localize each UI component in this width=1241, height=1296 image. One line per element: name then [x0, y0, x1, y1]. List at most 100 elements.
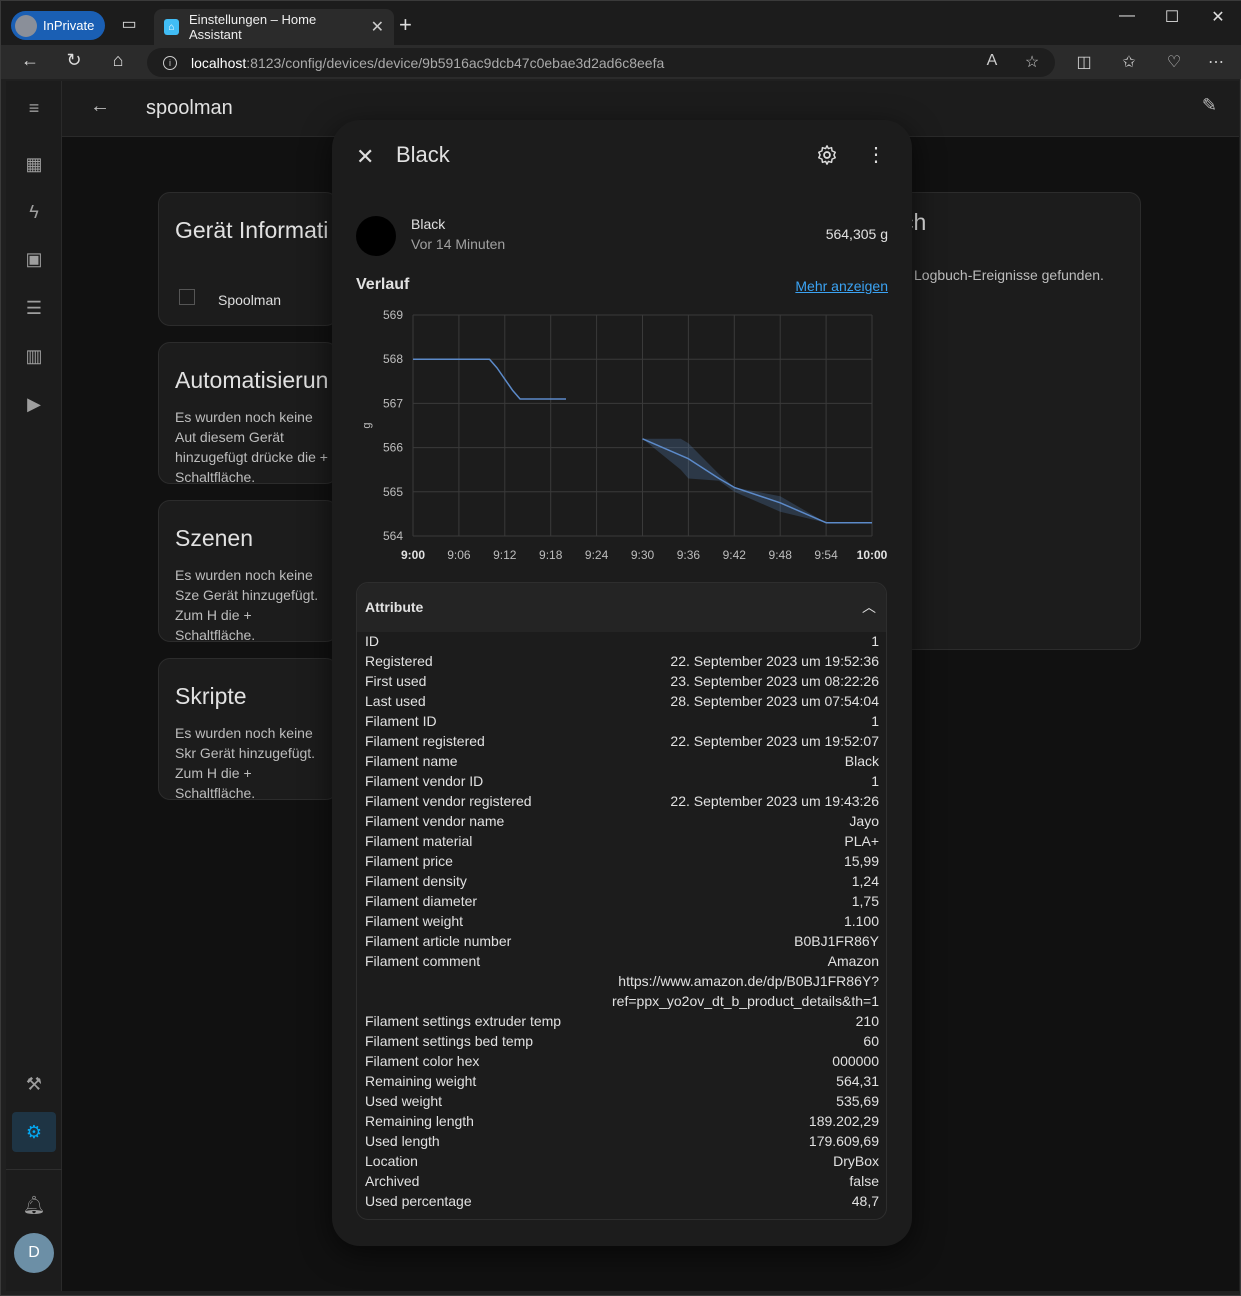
- y-tick-label: 565: [383, 485, 403, 499]
- attribute-row: Filament price 15,99: [365, 851, 879, 871]
- inprivate-badge[interactable]: InPrivate: [11, 11, 105, 40]
- attribute-row: Filament registered 22. September 2023 um…: [365, 731, 879, 751]
- entity-more-info-dialog: ✕ Black ⋮ Black Vor 14 Minuten 564,305 g…: [332, 120, 912, 1246]
- back-arrow-icon[interactable]: ←: [90, 95, 110, 118]
- tab-title: Einstellungen – Home Assistant: [189, 12, 317, 42]
- refresh-icon[interactable]: ↻: [61, 50, 87, 74]
- attribute-key: Archived: [365, 1173, 420, 1189]
- back-icon[interactable]: ←: [17, 50, 43, 74]
- attribute-row: Last used 28. September 2023 um 07:54:04: [365, 691, 879, 711]
- attribute-key: Remaining length: [365, 1113, 474, 1129]
- attribute-key: Filament price: [365, 853, 453, 869]
- attribute-value: 1: [871, 633, 879, 649]
- attribute-key: Filament article number: [365, 933, 512, 949]
- settings-icon[interactable]: ⚙: [22, 1120, 46, 1144]
- y-tick-label: 564: [383, 529, 403, 543]
- more-menu-icon[interactable]: ⋯: [1204, 52, 1228, 72]
- attribute-row: Filament vendor name Jayo: [365, 811, 879, 831]
- overview-icon[interactable]: ▦: [22, 152, 46, 176]
- card-text: Logbuch-Ereignisse gefunden.: [914, 267, 1104, 283]
- card-text: Es wurden noch keine Aut diesem Gerät hi…: [175, 409, 328, 484]
- favorites-icon[interactable]: ✩: [1117, 52, 1141, 72]
- attribute-value: 23. September 2023 um 08:22:26: [670, 673, 879, 689]
- attribute-value: Jayo: [849, 813, 879, 829]
- y-axis-label: g: [361, 422, 373, 428]
- attribute-value: PLA+: [844, 833, 879, 849]
- developer-tools-icon[interactable]: ⚒: [22, 1072, 46, 1096]
- media-icon[interactable]: ▶: [22, 392, 46, 416]
- attribute-value: Amazon https://www.amazon.de/dp/B0BJ1FR8…: [612, 953, 879, 1009]
- notifications-icon[interactable]: 🔔︎: [22, 1193, 46, 1217]
- history-chart[interactable]: 569 568 567 566 565 564 9:00 9:06 9:12 9:18 9:24 9:…: [356, 305, 896, 570]
- new-tab-icon[interactable]: +: [399, 12, 412, 38]
- attribute-row: Filament settings bed temp 60: [365, 1031, 879, 1051]
- browser-essentials-icon[interactable]: ♡: [1162, 52, 1186, 72]
- entity-state: 564,305 g: [825, 226, 888, 242]
- integration-name[interactable]: Spoolman: [218, 292, 281, 308]
- attribute-row: Filament color hex 000000: [365, 1051, 879, 1071]
- url-path: :8123/config/devices/device/9b5916ac9dcb…: [246, 54, 665, 71]
- attribute-row: Used length 179.609,69: [365, 1131, 879, 1151]
- window-close-icon[interactable]: ✕: [1195, 7, 1241, 27]
- attribute-value: 1: [871, 773, 879, 789]
- browser-tab[interactable]: ⌂ Einstellungen – Home Assistant ✕: [154, 9, 394, 45]
- attribute-key: Filament settings bed temp: [365, 1033, 534, 1049]
- attributes-header[interactable]: Attribute ︿: [357, 583, 886, 632]
- attribute-row: Filament article number B0BJ1FR86Y: [365, 931, 879, 951]
- history-icon[interactable]: ▥: [22, 344, 46, 368]
- minimize-icon[interactable]: —: [1104, 7, 1150, 25]
- attribute-key: Filament diameter: [365, 893, 478, 909]
- x-tick-label: 9:30: [631, 548, 655, 562]
- attribute-value: 22. September 2023 um 19:52:07: [670, 733, 879, 749]
- avatar[interactable]: D: [14, 1233, 54, 1273]
- menu-icon[interactable]: ≡: [22, 96, 46, 120]
- attributes-title: Attribute: [365, 599, 424, 615]
- x-tick-label: 9:36: [677, 548, 701, 562]
- attribute-key: Used weight: [365, 1093, 443, 1109]
- attribute-row: Filament ID 1: [365, 711, 879, 731]
- attribute-row: First used 23. September 2023 um 08:22:26: [365, 671, 879, 691]
- logbook-card: ch Logbuch-Ereignisse gefunden.: [901, 192, 1141, 650]
- attribute-row: Filament diameter 1,75: [365, 891, 879, 911]
- edit-pencil-icon[interactable]: ✎: [1202, 95, 1217, 116]
- card-text: Es wurden noch keine Skr Gerät hinzugefü…: [175, 725, 316, 800]
- favorite-star-icon[interactable]: ☆: [1020, 52, 1044, 72]
- x-tick-label: 9:06: [447, 548, 471, 562]
- close-icon[interactable]: ✕: [356, 144, 374, 170]
- attribute-row: Filament vendor registered 22. September …: [365, 791, 879, 811]
- energy-icon[interactable]: ϟ: [22, 200, 46, 224]
- home-icon[interactable]: ⌂: [105, 50, 131, 74]
- y-tick-label: 567: [383, 396, 403, 410]
- integration-logo-icon: [179, 289, 195, 305]
- attribute-value: B0BJ1FR86Y: [794, 933, 879, 949]
- show-more-link[interactable]: Mehr anzeigen: [795, 278, 888, 294]
- logbook-icon[interactable]: ☰: [22, 296, 46, 320]
- url-field[interactable]: i localhost:8123/config/devices/device/9…: [147, 48, 1055, 77]
- tab-bar: InPrivate ▭ ⌂ Einstellungen – Home Assis…: [1, 1, 1241, 45]
- chevron-up-icon[interactable]: ︿: [862, 597, 876, 617]
- attribute-key: Location: [365, 1153, 418, 1169]
- attribute-row: Remaining weight 564,31: [365, 1071, 879, 1091]
- site-info-icon[interactable]: i: [163, 55, 177, 70]
- y-tick-label: 568: [383, 352, 403, 366]
- attribute-key: Filament density: [365, 873, 467, 889]
- close-tab-icon[interactable]: ✕: [371, 17, 384, 37]
- home-assistant-icon: ⌂: [164, 19, 180, 35]
- sidebar: ≡ ▦ ϟ ▣ ☰ ▥ ▶ ⚒ ⚙ 🔔︎ D: [6, 81, 62, 1291]
- min-max-band: [642, 438, 872, 523]
- read-aloud-icon[interactable]: A: [980, 52, 1004, 70]
- attribute-row: Filament material PLA+: [365, 831, 879, 851]
- series-line: [413, 358, 566, 400]
- split-screen-icon[interactable]: ◫: [1072, 52, 1096, 72]
- maximize-icon[interactable]: ☐: [1149, 7, 1195, 27]
- card-title: Gerät Informati: [175, 217, 329, 243]
- gear-icon[interactable]: [816, 144, 838, 166]
- attribute-value: Black: [844, 753, 879, 769]
- y-tick-label: 566: [383, 441, 403, 455]
- attribute-key: Filament weight: [365, 913, 464, 929]
- more-vert-icon[interactable]: ⋮: [866, 142, 886, 167]
- map-icon[interactable]: ▣: [22, 247, 46, 271]
- address-bar: ← ↻ ⌂ i localhost:8123/config/devices/de…: [1, 45, 1241, 79]
- attribute-key: Filament registered: [365, 733, 485, 749]
- tab-actions-icon[interactable]: ▭: [119, 15, 139, 33]
